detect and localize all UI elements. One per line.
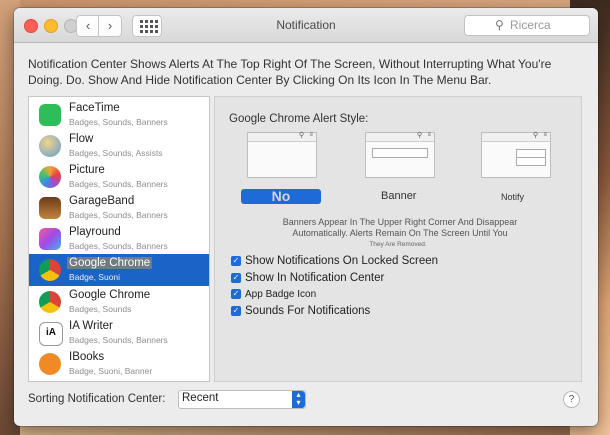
search-icon: ⚲ [416, 132, 422, 139]
info-line: Automatically. Alerts Remain On The Scre… [292, 228, 508, 238]
alert-style-title: Google Chrome Alert Style: [229, 113, 369, 125]
style-preview-none[interactable]: ⚲ ≡ [247, 132, 317, 178]
app-alert-summary: Badges, Sounds, Banners [69, 335, 168, 345]
list-item-ia-writer[interactable]: iA IA Writer Badges, Sounds, Banners [29, 317, 209, 349]
style-none-button[interactable]: No [241, 189, 321, 204]
facetime-icon [39, 104, 61, 126]
preferences-window: ‹ › Notification ⚲ Ricerca Notification … [14, 8, 598, 426]
search-icon: ⚲ [532, 132, 538, 139]
list-item-google-chrome-selected[interactable]: Google Chrome Badge, Suoni [29, 254, 209, 286]
style-notify-label[interactable]: Notify [501, 192, 524, 202]
app-name: IA Writer [69, 320, 113, 332]
photos-icon [39, 166, 61, 188]
sorting-value: Recent [182, 392, 219, 404]
checkbox-label: App Badge Icon [245, 289, 317, 300]
app-name: Google Chrome [67, 257, 153, 269]
app-list[interactable]: FaceTime Badges, Sounds, Banners Flow Ba… [28, 96, 210, 382]
checkbox-label: Sounds For Notifications [245, 305, 371, 317]
app-name: Picture [69, 164, 105, 176]
preview-menubar: ⚲ ≡ [482, 132, 550, 142]
app-name: FaceTime [69, 102, 120, 114]
menu-icon: ≡ [543, 132, 547, 138]
app-alert-summary: Badge, Suoni [69, 272, 121, 282]
app-alert-summary: Badge, Suoni, Banner [69, 366, 153, 376]
app-alert-summary: Badges, Sounds, Banners [69, 179, 168, 189]
sorting-label: Sorting Notification Center: [28, 393, 166, 405]
chrome-icon [39, 259, 61, 281]
app-notification-settings: Google Chrome Alert Style: ⚲ ≡ ⚲ ≡ ⚲ ≡ No B… [214, 96, 582, 382]
checkbox-label: Show In Notification Center [245, 272, 385, 284]
app-alert-summary: Badges, Sounds [69, 304, 132, 314]
list-item-ibooks[interactable]: IBooks Badge, Suoni, Banner [29, 348, 209, 380]
alert-preview-shape [516, 149, 546, 157]
show-on-lock-screen-checkbox[interactable]: ✓ Show Notifications On Locked Screen [231, 255, 438, 267]
search-field[interactable]: ⚲ Ricerca [464, 15, 590, 36]
garageband-icon [39, 197, 61, 219]
style-preview-banner[interactable]: ⚲ ≡ [365, 132, 435, 178]
checkbox-label: Show Notifications On Locked Screen [245, 255, 439, 267]
menu-icon: ≡ [309, 132, 313, 138]
alert-style-info: Banners Appear In The Upper Right Corner… [245, 217, 555, 239]
preview-menubar: ⚲ ≡ [248, 132, 316, 142]
flow-icon [39, 135, 61, 157]
playground-icon [39, 228, 61, 250]
sorting-select[interactable]: Recent ▴ ▾ [178, 390, 306, 409]
notification-center-description: Notification Center Shows Alerts At The … [28, 57, 552, 87]
list-item-flow[interactable]: Flow Badges, Sounds, Assists [29, 130, 209, 162]
preview-menubar: ⚲ ≡ [366, 132, 434, 142]
show-in-notification-center-checkbox[interactable]: ✓ Show In Notification Center [231, 272, 384, 284]
chrome-icon [39, 291, 61, 313]
search-icon: ⚲ [495, 18, 504, 32]
app-name: GarageBand [69, 195, 135, 207]
play-sound-checkbox[interactable]: ✓ Sounds For Notifications [231, 305, 370, 317]
list-item-facetime[interactable]: FaceTime Badges, Sounds, Banners [29, 99, 209, 131]
app-name: Google Chrome [69, 289, 151, 301]
question-mark-icon: ? [568, 394, 575, 405]
app-name: IBooks [69, 351, 105, 363]
info-line-small: They Are Removed. [369, 241, 427, 248]
app-alert-summary: Badges, Sounds, Banners [69, 117, 168, 127]
alert-preview-shape [516, 157, 546, 166]
search-icon: ⚲ [298, 132, 304, 139]
list-item-garageband[interactable]: GarageBand Badges, Sounds, Banners [29, 192, 209, 224]
list-item-picture[interactable]: Picture Badges, Sounds, Banners [29, 161, 209, 193]
app-name: Playround [69, 226, 121, 238]
list-item-playground[interactable]: Playround Badges, Sounds, Banners [29, 223, 209, 255]
app-name: Flow [69, 133, 94, 145]
title-bar: ‹ › Notification ⚲ Ricerca [14, 8, 598, 43]
app-alert-summary: Badges, Sounds, Assists [69, 148, 163, 158]
updown-chevron-icon: ▴ ▾ [292, 391, 305, 408]
style-preview-notify[interactable]: ⚲ ≡ [481, 132, 551, 178]
ia-writer-icon: iA [39, 322, 63, 346]
checkmark-icon: ✓ [231, 272, 241, 283]
ibooks-icon [39, 353, 61, 375]
app-alert-summary: Badges, Sounds, Banners [69, 210, 168, 220]
checkmark-icon: ✓ [231, 305, 241, 316]
banner-preview-shape [372, 148, 428, 158]
checkmark-icon: ✓ [231, 289, 241, 300]
list-item-google-chrome[interactable]: Google Chrome Badges, Sounds [29, 286, 209, 318]
info-line: Banners Appear In The Upper Right Corner… [282, 217, 518, 227]
menu-icon: ≡ [427, 132, 431, 138]
help-button[interactable]: ? [563, 391, 580, 408]
search-placeholder: Ricerca [510, 18, 551, 32]
badge-app-icon-checkbox[interactable]: ✓ App Badge Icon [231, 289, 316, 300]
app-alert-summary: Badges, Sounds, Banners [69, 241, 168, 251]
style-banner-label[interactable]: Banner [381, 190, 416, 202]
checkmark-icon: ✓ [231, 255, 241, 266]
